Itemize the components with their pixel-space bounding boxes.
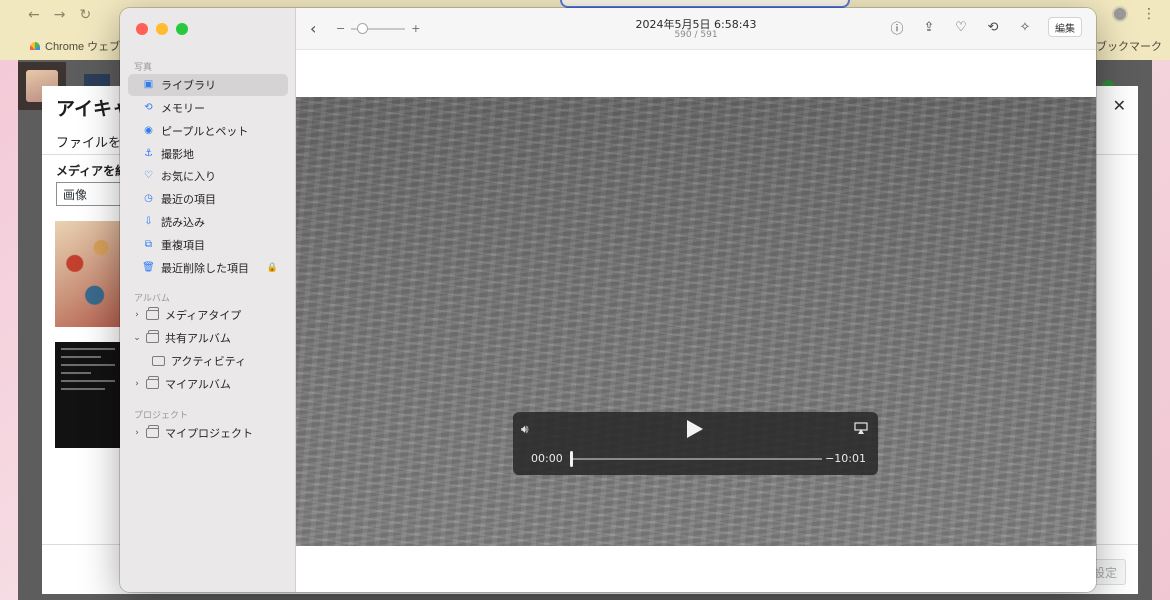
close-window-button[interactable]: [136, 23, 148, 35]
close-icon[interactable]: ✕: [1113, 96, 1126, 115]
photos-sidebar: 写真 ▣ ライブラリ ⟲ メモリー ◉ ピープルとペット ⚓ 撮影地 ♡ お気に…: [120, 8, 296, 592]
play-icon[interactable]: [687, 420, 703, 438]
sidebar-item-label: アクティビティ: [171, 355, 247, 368]
folder-icon: [146, 425, 159, 438]
section-title-photos: 写真: [134, 62, 153, 72]
sidebar-item-label: 読み込み: [161, 216, 205, 229]
info-icon[interactable]: ⓘ: [888, 18, 906, 37]
sidebar-item-my-projects[interactable]: › マイプロジェクト: [128, 422, 288, 444]
auto-enhance-icon[interactable]: ✧: [1016, 18, 1034, 36]
viewer-toolbar: ‹ − + 2024年5月5日 6:58:43 590 / 591 ⓘ ⇪ ♡ …: [296, 8, 1096, 50]
sidebar-item-imports[interactable]: ⇩ 読み込み: [128, 211, 288, 233]
edit-button[interactable]: 編集: [1048, 17, 1082, 37]
forward-arrow-icon[interactable]: →: [54, 7, 66, 23]
sidebar-item-places[interactable]: ⚓ 撮影地: [128, 143, 288, 165]
window-controls: [136, 23, 188, 35]
favorite-heart-icon[interactable]: ♡: [952, 18, 970, 36]
photos-window: 写真 ▣ ライブラリ ⟲ メモリー ◉ ピープルとペット ⚓ 撮影地 ♡ お気に…: [120, 8, 1096, 592]
places-icon: ⚓: [144, 148, 153, 159]
webstore-icon: [30, 42, 40, 50]
toolbar-actions: ⓘ ⇪ ♡ ⟲ ✧ 編集: [888, 17, 1082, 37]
browser-actions: ⋮: [1112, 6, 1156, 22]
sidebar-item-label: 撮影地: [161, 148, 194, 161]
sidebar-item-media-types[interactable]: › メディアタイプ: [128, 304, 288, 326]
media-thumbnail[interactable]: [55, 342, 121, 448]
sidebar-item-label: お気に入り: [161, 170, 216, 183]
more-menu-icon[interactable]: ⋮: [1142, 6, 1156, 22]
browser-nav: ← → ↻: [0, 0, 120, 30]
activity-icon: [152, 356, 165, 366]
scrubber-track[interactable]: [572, 458, 822, 460]
rotate-icon[interactable]: ⟲: [984, 18, 1002, 36]
sidebar-item-recents[interactable]: ◷ 最近の項目: [128, 188, 288, 210]
chevron-down-icon[interactable]: ⌄: [132, 333, 142, 343]
sidebar-item-label: 重複項目: [161, 239, 205, 252]
reload-icon[interactable]: ↻: [79, 7, 91, 23]
sidebar-item-favorites[interactable]: ♡ お気に入り: [128, 165, 288, 187]
sidebar-item-label: マイプロジェクト: [165, 427, 253, 440]
people-icon: ◉: [144, 125, 153, 136]
sidebar-item-activity[interactable]: アクティビティ: [128, 350, 288, 372]
media-filter-label: メディアを絞: [56, 164, 128, 178]
library-icon: ▣: [143, 79, 154, 90]
lock-icon: 🔒: [266, 263, 278, 273]
sidebar-item-label: マイアルバム: [165, 378, 231, 391]
sidebar-item-duplicates[interactable]: ⧉ 重複項目: [128, 234, 288, 256]
zoom-window-button[interactable]: [176, 23, 188, 35]
sidebar-item-people[interactable]: ◉ ピープルとペット: [128, 120, 288, 142]
folder-icon: [146, 307, 159, 320]
profile-avatar[interactable]: [1112, 6, 1128, 22]
trash-icon: 🗑: [142, 262, 155, 273]
import-icon: ⇩: [144, 216, 153, 227]
remaining-time: −10:01: [825, 452, 866, 465]
shared-album-icon: [146, 330, 159, 343]
sidebar-item-label: メモリー: [161, 102, 205, 115]
clock-icon: ◷: [144, 193, 153, 204]
sidebar-item-library[interactable]: ▣ ライブラリ: [128, 74, 288, 96]
section-title-albums: アルバム: [134, 293, 170, 303]
bookmark-label: Chrome ウェブス: [45, 41, 132, 53]
chevron-right-icon[interactable]: ›: [132, 379, 142, 389]
sidebar-item-label: 最近の項目: [161, 193, 216, 206]
memories-icon: ⟲: [144, 102, 153, 113]
sidebar-item-label: 最近削除した項目: [161, 262, 249, 275]
sidebar-item-label: 共有アルバム: [165, 332, 231, 345]
chevron-right-icon[interactable]: ›: [132, 428, 142, 438]
volume-icon[interactable]: 🔊︎: [521, 422, 529, 437]
sidebar-item-shared-albums[interactable]: ⌄ 共有アルバム: [128, 327, 288, 349]
duplicates-icon: ⧉: [144, 239, 153, 250]
media-thumbnail[interactable]: [55, 221, 121, 327]
sidebar-item-recently-deleted[interactable]: 🗑 最近削除した項目 🔒: [128, 257, 288, 279]
folder-icon: [146, 376, 159, 389]
address-bar[interactable]: [560, 0, 850, 8]
sidebar-item-my-albums[interactable]: › マイアルバム: [128, 373, 288, 395]
video-frame[interactable]: 🔊︎ 00:00 −10:01: [296, 97, 1096, 546]
heart-icon: ♡: [144, 170, 153, 181]
current-time: 00:00: [531, 452, 563, 465]
back-arrow-icon[interactable]: ←: [28, 7, 40, 23]
sidebar-item-label: ピープルとペット: [161, 125, 249, 138]
photo-viewer: ‹ − + 2024年5月5日 6:58:43 590 / 591 ⓘ ⇪ ♡ …: [296, 8, 1096, 592]
scrubber-handle[interactable]: [570, 451, 573, 467]
media-type-select[interactable]: 画像: [56, 182, 124, 206]
section-title-projects: プロジェクト: [134, 410, 189, 420]
sidebar-item-label: ライブラリ: [161, 79, 216, 92]
all-bookmarks[interactable]: ブックマーク: [1096, 38, 1162, 54]
minimize-window-button[interactable]: [156, 23, 168, 35]
share-icon[interactable]: ⇪: [920, 18, 938, 36]
video-controls: 🔊︎ 00:00 −10:01: [513, 412, 878, 475]
sidebar-item-memories[interactable]: ⟲ メモリー: [128, 97, 288, 119]
chevron-right-icon[interactable]: ›: [132, 310, 142, 320]
bookmark-chrome-webstore[interactable]: Chrome ウェブス: [30, 38, 131, 54]
airplay-icon[interactable]: [854, 422, 868, 434]
sidebar-item-label: メディアタイプ: [165, 309, 242, 322]
